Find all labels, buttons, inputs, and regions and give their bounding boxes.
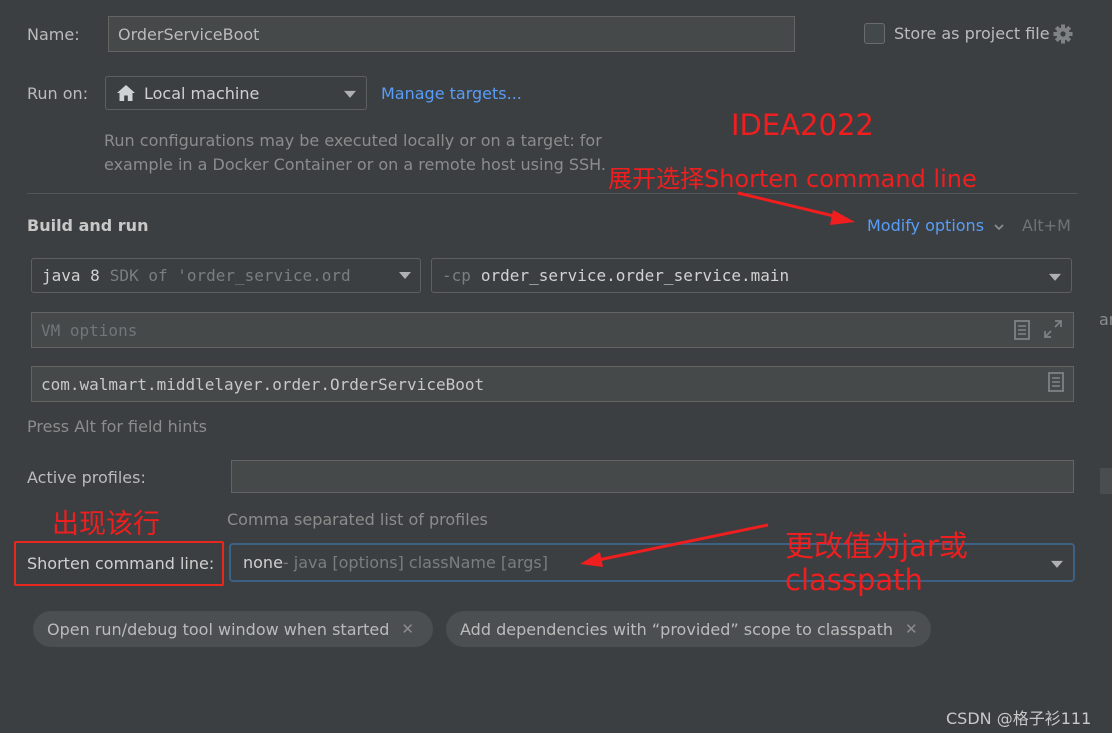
- arrow-to-shorten-value: [580, 523, 769, 567]
- watermark: CSDN @格子衫111: [946, 709, 1092, 728]
- arrow-to-modify-options: [737, 191, 855, 225]
- annotation-arrows: [580, 191, 855, 567]
